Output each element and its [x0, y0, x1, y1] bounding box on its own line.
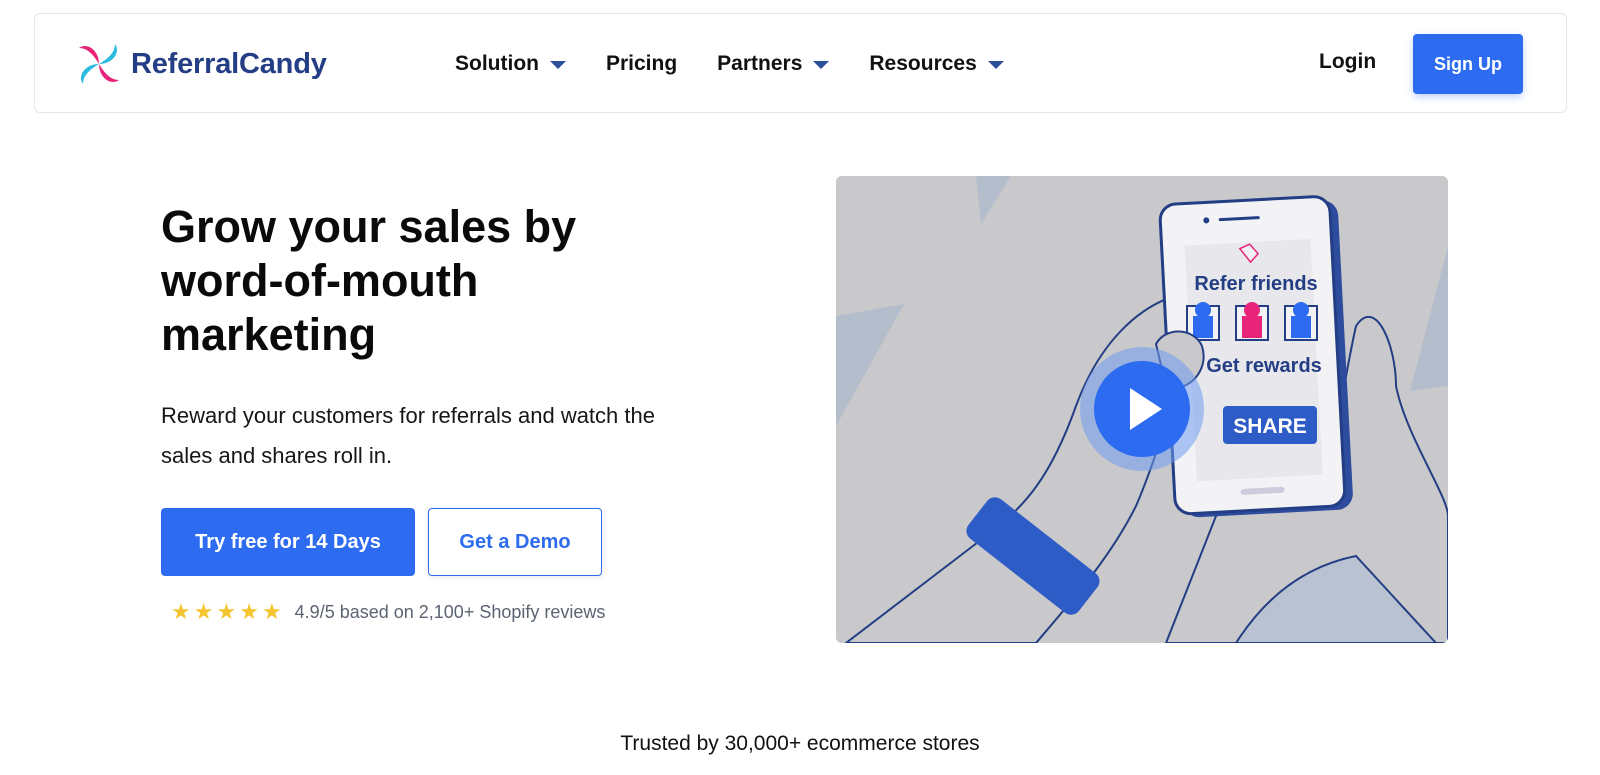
hero-subtitle: Reward your customers for referrals and … — [161, 403, 655, 468]
nav-item-pricing[interactable]: Pricing — [606, 52, 677, 76]
nav-item-partners[interactable]: Partners — [717, 52, 830, 76]
sign-up-button[interactable]: Sign Up — [1413, 34, 1523, 94]
login-link[interactable]: Login — [1319, 50, 1376, 74]
pinwheel-logo-icon — [79, 44, 119, 84]
rating-summary: ★ ★ ★ ★ ★ 4.9/5 based on 2,100+ Shopify … — [171, 600, 605, 624]
caret-down-icon — [549, 61, 566, 69]
nav-item-label: Pricing — [605, 52, 678, 75]
video-illustration: Refer friends Get rewards SHARE — [836, 176, 1448, 643]
try-free-button[interactable]: Try free for 14 Days — [161, 508, 415, 576]
get-demo-button[interactable]: Get a Demo — [428, 508, 602, 576]
hero-video[interactable]: Refer friends Get rewards SHARE — [836, 176, 1448, 643]
star-rating: ★ ★ ★ ★ ★ — [171, 600, 285, 624]
rating-text: 4.9/5 based on 2,100+ Shopify reviews — [294, 601, 606, 622]
phone-subheading: Get rewards — [1206, 355, 1322, 377]
brand-logo[interactable]: ReferralCandy — [73, 38, 327, 90]
nav-item-solution[interactable]: Solution — [455, 52, 566, 76]
nav-item-resources[interactable]: Resources — [869, 52, 1004, 76]
star-icon: ★ — [171, 599, 191, 624]
caret-down-icon — [987, 61, 1004, 69]
hero-title: Grow your sales by word-of-mouth marketi… — [161, 201, 577, 360]
gift-row — [1186, 302, 1318, 341]
nav-item-label: Resources — [869, 52, 977, 75]
share-label: SHARE — [1233, 415, 1307, 438]
star-icon: ★ — [239, 599, 259, 624]
brand-name: ReferralCandy — [131, 47, 327, 80]
nav-item-label: Solution — [455, 52, 539, 75]
top-navbar: ReferralCandy Solution Pricing Partners … — [34, 13, 1567, 113]
star-icon: ★ — [261, 599, 282, 624]
main-nav: Solution Pricing Partners Resources — [455, 14, 1044, 114]
star-icon: ★ — [216, 599, 237, 624]
star-icon: ★ — [193, 599, 214, 624]
trusted-by-text: Trusted by 30,000+ ecommerce stores — [620, 732, 980, 755]
caret-down-icon — [813, 61, 830, 69]
phone-heading: Refer friends — [1194, 273, 1317, 295]
nav-item-label: Partners — [717, 52, 803, 75]
